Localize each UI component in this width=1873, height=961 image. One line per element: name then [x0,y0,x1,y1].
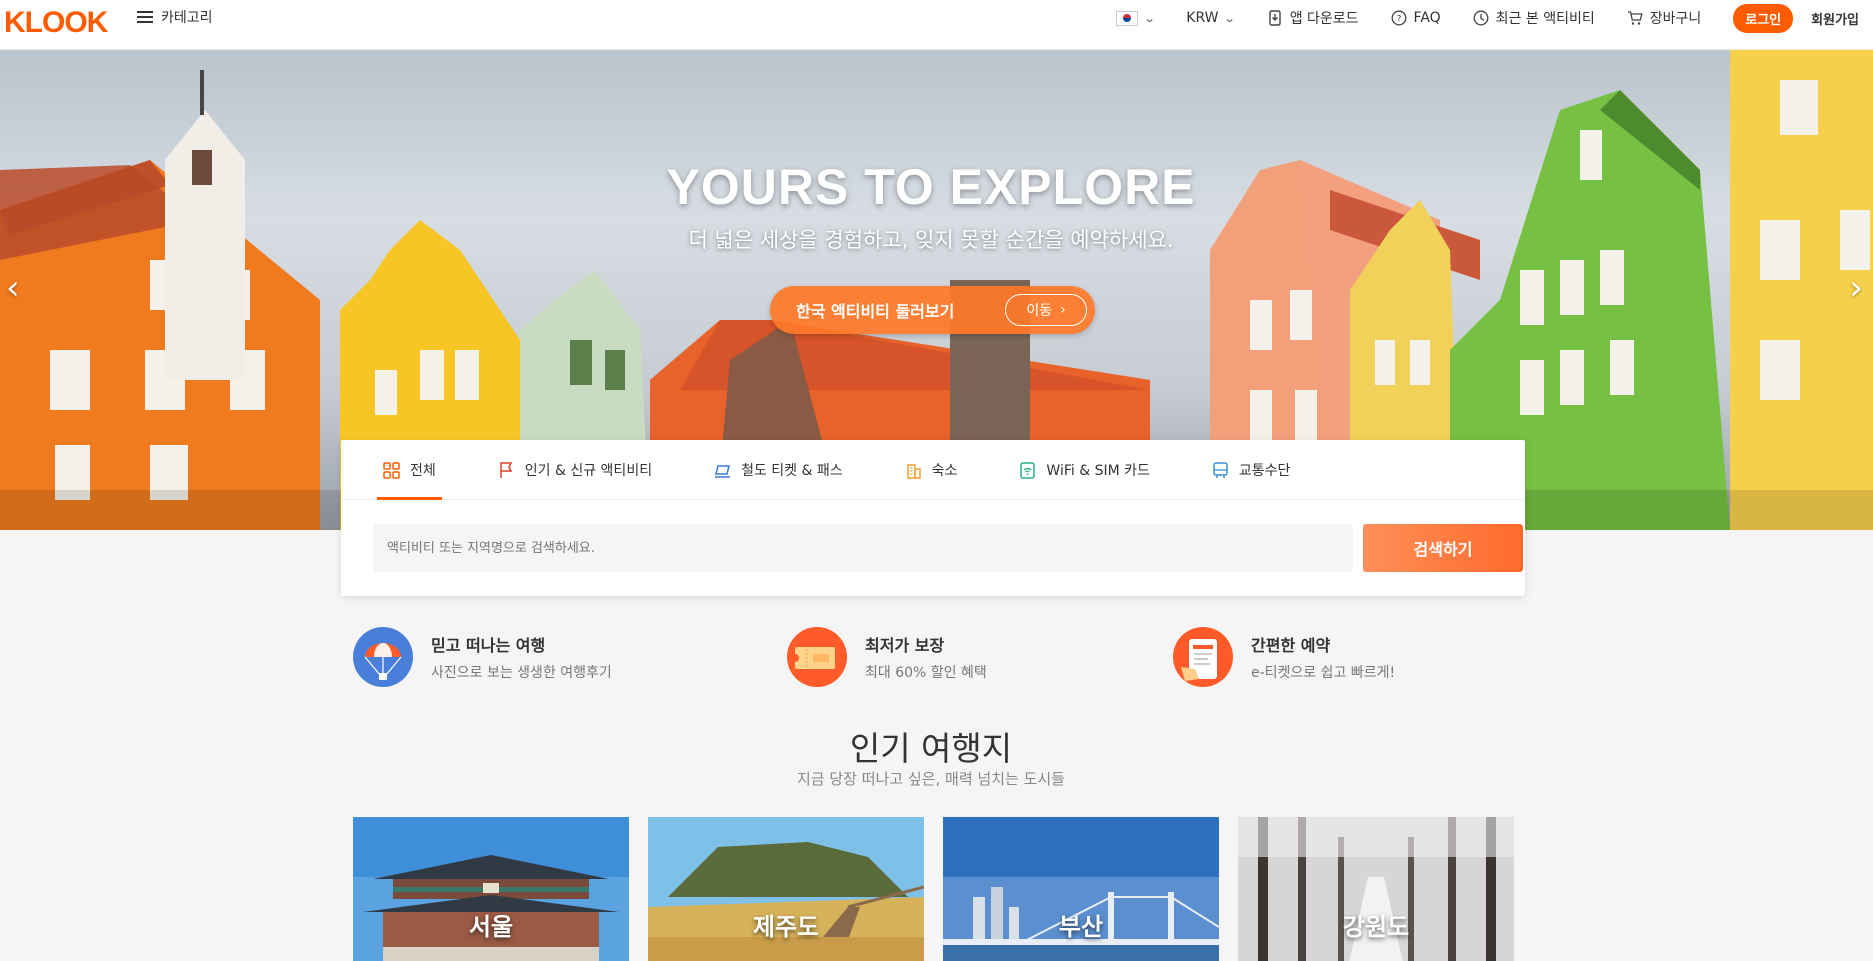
help-icon: ? [1391,10,1406,26]
destination-label: 서울 [468,913,514,941]
search-panel: 전체 인기 & 신규 액티비티 철도 티켓 & 패스 숙소 WiFi & SIM… [341,440,1525,596]
train-ticket-icon [715,464,731,478]
category-menu[interactable]: 카테고리 [137,7,213,27]
cart-link[interactable]: 장바구니 [1627,8,1702,28]
hero-subtitle: 더 넓은 세상을 경험하고, 잊지 못할 순간을 예약하세요. [688,228,1174,252]
hero-cta-label: 한국 액티비티 둘러보기 [796,302,955,321]
ticket-icon [787,627,847,687]
tab-label: 교통수단 [1238,463,1291,479]
currency-selector[interactable]: KRW ⌄ [1186,10,1237,26]
hero-go-label: 이동 [1026,303,1053,319]
search-button[interactable]: 검색하기 [1363,524,1523,572]
faq-link[interactable]: ? FAQ [1391,10,1441,26]
chevron-down-icon: ⌄ [1143,11,1156,25]
section-title: 인기 여행지 [849,729,1013,768]
hero-cta-button[interactable]: 한국 액티비티 둘러보기 이동 › [770,286,1095,334]
chevron-right-icon[interactable]: › [1849,268,1863,308]
tab-wifi-sim[interactable]: WiFi & SIM 카드 [1019,440,1150,500]
recent-activities-link[interactable]: 최근 본 액티비티 [1473,8,1595,28]
feature-title: 최저가 보장 [865,636,945,655]
destination-cards: 서울 제주도 부산 강원도 [353,817,1514,961]
tab-label: 전체 [410,463,436,479]
tab-rail[interactable]: 철도 티켓 & 패스 [714,440,843,500]
hero-title: YOURS TO EXPLORE [666,159,1196,215]
destination-card-jeju[interactable]: 제주도 [648,817,924,961]
destination-label: 강원도 [1342,913,1410,941]
bus-icon [1213,461,1228,478]
feature-desc: 사진으로 보는 생생한 여행후기 [431,665,612,681]
recent-label: 최근 본 액티비티 [1495,11,1595,27]
feature-booking: 간편한 예약 e-티켓으로 쉽고 빠르게! [1173,627,1395,687]
language-selector[interactable]: ⌄ [1116,10,1156,26]
download-icon [1268,10,1281,26]
section-subtitle: 지금 당장 떠나고 싶은, 매력 넘치는 도시들 [797,770,1065,788]
top-nav: KLOOK 카테고리 ⌄ KRW ⌄ 앱 다운로드 ? FAQ 최근 본 액티비… [0,0,1873,50]
destination-card-seoul[interactable]: 서울 [353,817,629,961]
cart-label: 장바구니 [1649,11,1702,27]
category-label: 카테고리 [161,10,213,26]
destination-card-busan[interactable]: 부산 [943,817,1219,961]
tab-all[interactable]: 전체 [377,440,442,500]
chevron-down-icon: ⌄ [1224,11,1237,25]
login-button[interactable]: 로그인 [1733,3,1794,33]
search-tabs: 전체 인기 & 신규 액티비티 철도 티켓 & 패스 숙소 WiFi & SIM… [341,440,1525,500]
tab-transport[interactable]: 교통수단 [1212,440,1291,500]
flag-icon [500,461,512,478]
tab-hotel[interactable]: 숙소 [905,440,958,500]
faq-label: FAQ [1413,10,1441,26]
feature-trust: 믿고 떠나는 여행 사진으로 보는 생생한 여행후기 [353,627,612,687]
tab-label: 인기 & 신규 액티비티 [524,463,653,479]
hamburger-icon [137,11,153,23]
currency-label: KRW [1186,10,1219,26]
grid-icon [383,461,400,479]
feature-desc: e-티켓으로 쉽고 빠르게! [1251,665,1396,681]
chevron-right-icon: › [1060,302,1066,318]
parachute-icon [353,627,413,687]
cart-icon [1627,11,1643,25]
destination-card-gangwon[interactable]: 강원도 [1238,817,1514,961]
tab-popular[interactable]: 인기 & 신규 액티비티 [498,440,652,500]
hero-go-button[interactable]: 이동 › [1005,294,1087,326]
tab-label: 숙소 [931,463,958,479]
chevron-left-icon[interactable]: ‹ [6,268,20,308]
tab-label: 철도 티켓 & 패스 [741,463,843,479]
phone-ticket-icon [1173,627,1233,687]
search-input[interactable] [373,524,1353,572]
klook-logo[interactable]: KLOOK [4,6,108,40]
features-row: 믿고 떠나는 여행 사진으로 보는 생생한 여행후기 최저가 보장 최대 60%… [353,627,1453,687]
tab-label: WiFi & SIM 카드 [1046,463,1150,479]
feature-title: 간편한 예약 [1251,636,1331,655]
signup-link[interactable]: 회원가입 [1811,9,1859,28]
korea-flag-icon [1116,10,1139,26]
app-download-label: 앱 다운로드 [1289,11,1359,27]
app-download-link[interactable]: 앱 다운로드 [1267,8,1359,28]
feature-title: 믿고 떠나는 여행 [431,636,546,655]
destination-label: 제주도 [752,913,820,941]
destination-label: 부산 [1058,913,1104,941]
feature-desc: 최대 60% 할인 혜택 [865,665,987,681]
clock-icon [1473,10,1489,26]
building-icon [906,463,921,479]
svg-text:?: ? [1396,15,1401,25]
feature-price: 최저가 보장 최대 60% 할인 혜택 [787,627,987,687]
wifi-sim-icon [1020,461,1036,479]
